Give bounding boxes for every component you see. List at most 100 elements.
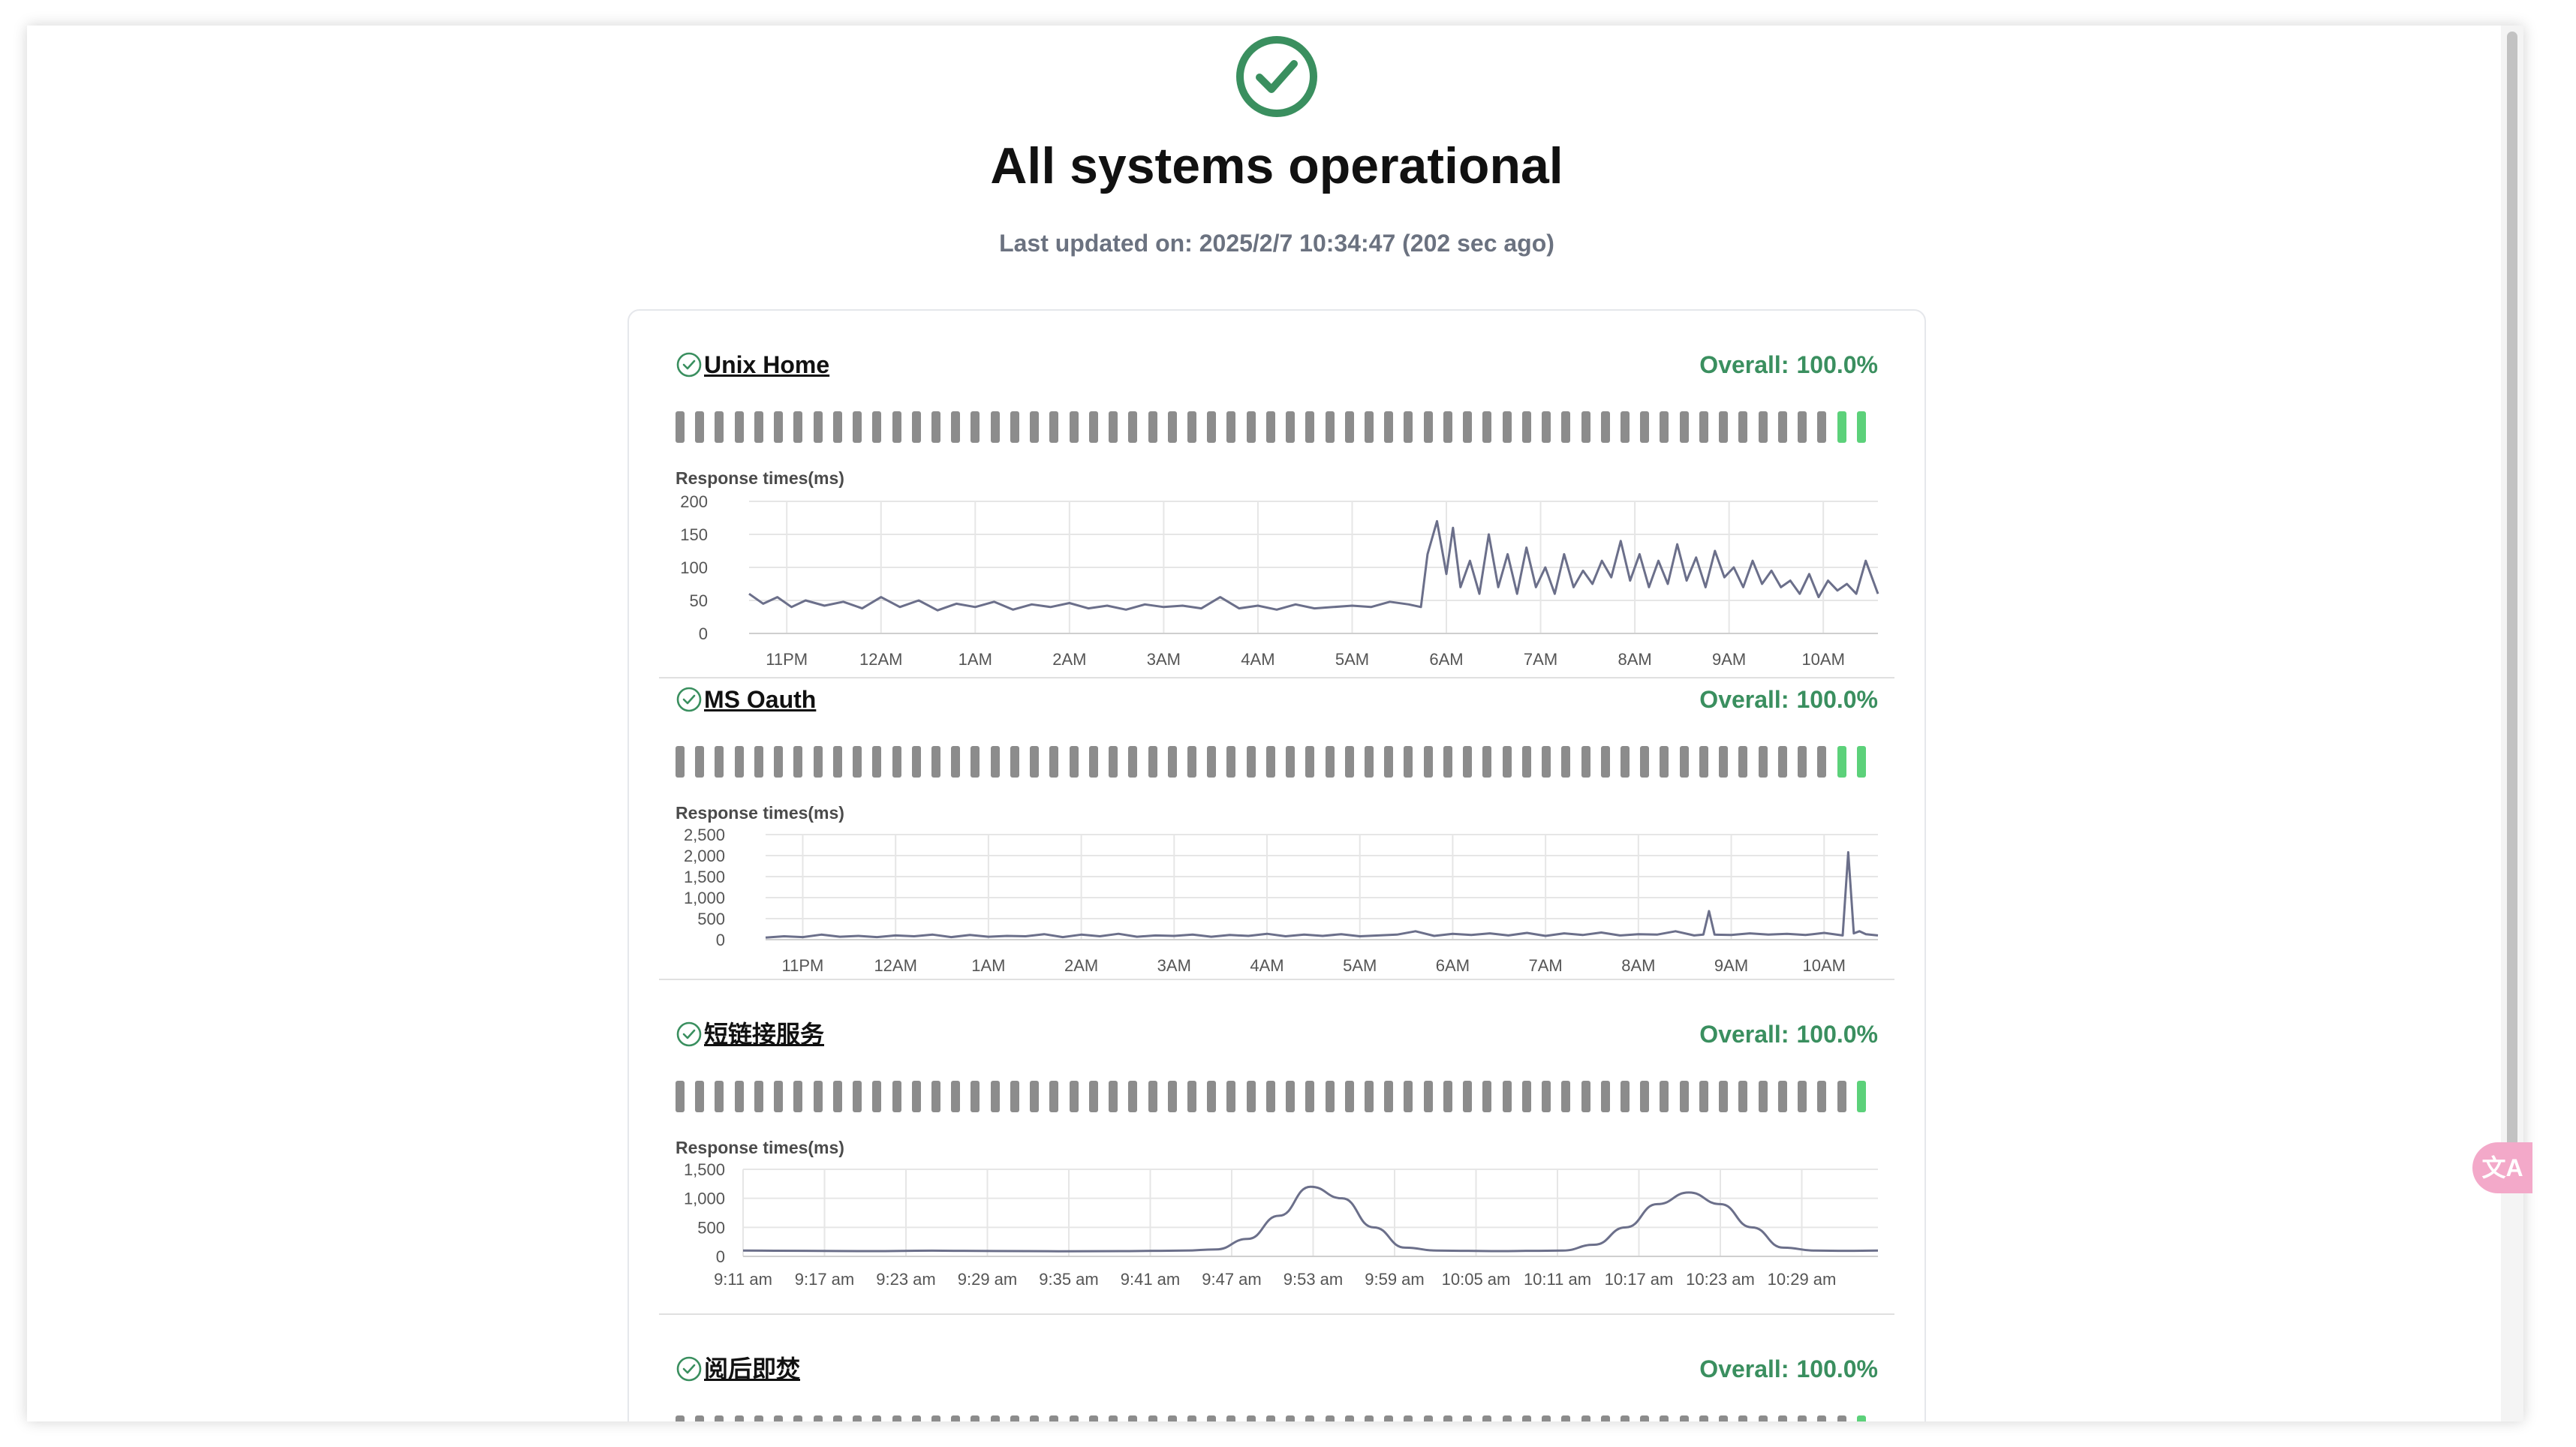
x-tick-label: 9:59 am xyxy=(1365,1270,1425,1289)
heartbeat-beat xyxy=(1621,1415,1630,1421)
x-tick-label: 9:17 am xyxy=(795,1270,855,1289)
heartbeat-beat xyxy=(1365,1415,1374,1421)
response-time-chart: 0 500 1,000 1,500 2,000 2,500 11PM 12AM 1AM 2AM 3A… xyxy=(684,826,1879,975)
heartbeat-beat xyxy=(1561,1415,1571,1421)
monitor-name-link[interactable]: 阅后即焚 xyxy=(704,1352,800,1385)
monitor-list-card: Unix Home Overall: 100.0% Response times(… xyxy=(627,309,1926,1421)
heartbeat-beat xyxy=(734,1415,744,1421)
x-tick-label: 10:29 am xyxy=(1768,1270,1837,1289)
y-tick-label: 2,000 xyxy=(684,847,725,865)
y-tick-label: 1,500 xyxy=(684,1160,725,1179)
translate-button[interactable]: 文A xyxy=(2472,1142,2532,1193)
scrollbar-thumb[interactable] xyxy=(2507,32,2517,1165)
response-time-chart: 0 500 1,000 1,500 9:11 am 9:17 am 9:23 am 9:29 … xyxy=(684,1160,1879,1289)
heartbeat-beat xyxy=(1246,1415,1256,1421)
x-tick-label: 9:23 am xyxy=(876,1270,936,1289)
response-time-line xyxy=(765,851,1879,939)
heartbeat-beat xyxy=(1423,1415,1433,1421)
heartbeat-beat xyxy=(1148,1415,1157,1421)
heartbeat-beat xyxy=(1286,1415,1296,1421)
scrollbar[interactable] xyxy=(2501,26,2523,1421)
heartbeat-beat xyxy=(1443,1415,1452,1421)
heartbeat-beat xyxy=(931,1415,940,1421)
heartbeat-beat xyxy=(1758,1415,1768,1421)
translate-icon: 文A xyxy=(2481,1154,2523,1181)
heartbeat-beat xyxy=(1404,1415,1413,1421)
y-tick-label: 150 xyxy=(680,525,708,544)
heartbeat-beat xyxy=(1482,1415,1492,1421)
heartbeat-beat xyxy=(1030,1415,1040,1421)
heartbeat-beat xyxy=(1010,1415,1019,1421)
heartbeat-beat xyxy=(1109,1415,1118,1421)
response-time-line xyxy=(742,1185,1879,1253)
x-tick-label: 10AM xyxy=(1803,956,1846,975)
heartbeat-beat xyxy=(1384,1415,1394,1421)
y-tick-label: 50 xyxy=(690,591,708,610)
heartbeat-beat xyxy=(1463,1415,1473,1421)
heartbeat-beat xyxy=(892,1415,901,1421)
heartbeat-beat xyxy=(1777,1415,1787,1421)
heartbeat-beat xyxy=(990,1415,1000,1421)
heartbeat-beat xyxy=(1738,1415,1748,1421)
heartbeat-beat xyxy=(1344,1415,1354,1421)
heartbeat-beat xyxy=(1167,1415,1177,1421)
x-tick-label: 4AM xyxy=(1250,956,1283,975)
heartbeat-beat xyxy=(832,1415,842,1421)
x-tick-label: 9AM xyxy=(1714,956,1748,975)
heartbeat-beat xyxy=(951,1415,961,1421)
heartbeat-beat xyxy=(1640,1415,1650,1421)
monitor-unix-home: Unix Home Overall: 100.0% Response times(… xyxy=(629,311,1924,678)
heartbeat-beat xyxy=(1128,1415,1138,1421)
x-tick-label: 6AM xyxy=(1436,956,1470,975)
heartbeat-beat xyxy=(971,1415,980,1421)
monitor-burn-after-reading: 阅后即焚 Overall: 100.0% xyxy=(629,1315,1924,1421)
heartbeat-beat xyxy=(754,1415,763,1421)
heartbeat-beat xyxy=(853,1415,862,1421)
heartbeat-beat xyxy=(1088,1415,1098,1421)
heartbeat-beat xyxy=(1521,1415,1531,1421)
heartbeat-beat xyxy=(1856,1415,1866,1421)
check-circle-outline-icon xyxy=(676,1356,702,1382)
x-tick-label: 11PM xyxy=(782,956,824,975)
heartbeat-beat xyxy=(1679,1415,1689,1421)
page-title: All systems operational xyxy=(990,137,1563,194)
heartbeat-beat xyxy=(1817,1415,1827,1421)
y-tick-label: 100 xyxy=(680,558,708,577)
x-tick-label: 9:35 am xyxy=(1039,1270,1099,1289)
heartbeat-bar xyxy=(676,1415,1876,1421)
heartbeat-beat xyxy=(1581,1415,1590,1421)
x-tick-label: 12AM xyxy=(874,956,916,975)
heartbeat-beat xyxy=(1265,1415,1275,1421)
heartbeat-beat xyxy=(774,1415,784,1421)
x-tick-label: 8AM xyxy=(1621,956,1655,975)
heartbeat-beat xyxy=(813,1415,823,1421)
check-circle-icon xyxy=(1236,36,1317,117)
heartbeat-beat xyxy=(1660,1415,1669,1421)
heartbeat-beat xyxy=(1305,1415,1315,1421)
overall-uptime: Overall: 100.0% xyxy=(1699,1352,1878,1385)
heartbeat-beat xyxy=(1069,1415,1079,1421)
heartbeat-beat xyxy=(1798,1415,1807,1421)
x-tick-label: 9:41 am xyxy=(1121,1270,1181,1289)
y-tick-label: 0 xyxy=(716,1247,725,1266)
heartbeat-beat xyxy=(872,1415,882,1421)
y-tick-label: 0 xyxy=(716,931,725,949)
x-tick-label: 9:47 am xyxy=(1202,1270,1262,1289)
x-tick-label: 9:29 am xyxy=(958,1270,1018,1289)
overall-label: Overall: xyxy=(1699,1355,1789,1382)
monitor-short-link-service: 短链接服务 Overall: 100.0% Response times(ms) … xyxy=(629,980,1924,1315)
y-tick-label: 1,000 xyxy=(684,1190,725,1208)
heartbeat-beat xyxy=(1187,1415,1196,1421)
y-tick-label: 1,000 xyxy=(684,889,725,907)
heartbeat-beat xyxy=(1325,1415,1335,1421)
x-tick-label: 10:05 am xyxy=(1442,1270,1511,1289)
heartbeat-beat xyxy=(911,1415,921,1421)
y-tick-label: 200 xyxy=(680,492,708,511)
heartbeat-beat xyxy=(715,1415,724,1421)
x-tick-label: 10:11 am xyxy=(1524,1270,1591,1289)
heartbeat-beat xyxy=(1600,1415,1610,1421)
browser-window: All systems operational Last updated on:… xyxy=(27,26,2523,1421)
y-tick-label: 1,500 xyxy=(684,868,725,886)
overall-value: 100.0% xyxy=(1796,1355,1878,1382)
heartbeat-beat xyxy=(1207,1415,1217,1421)
